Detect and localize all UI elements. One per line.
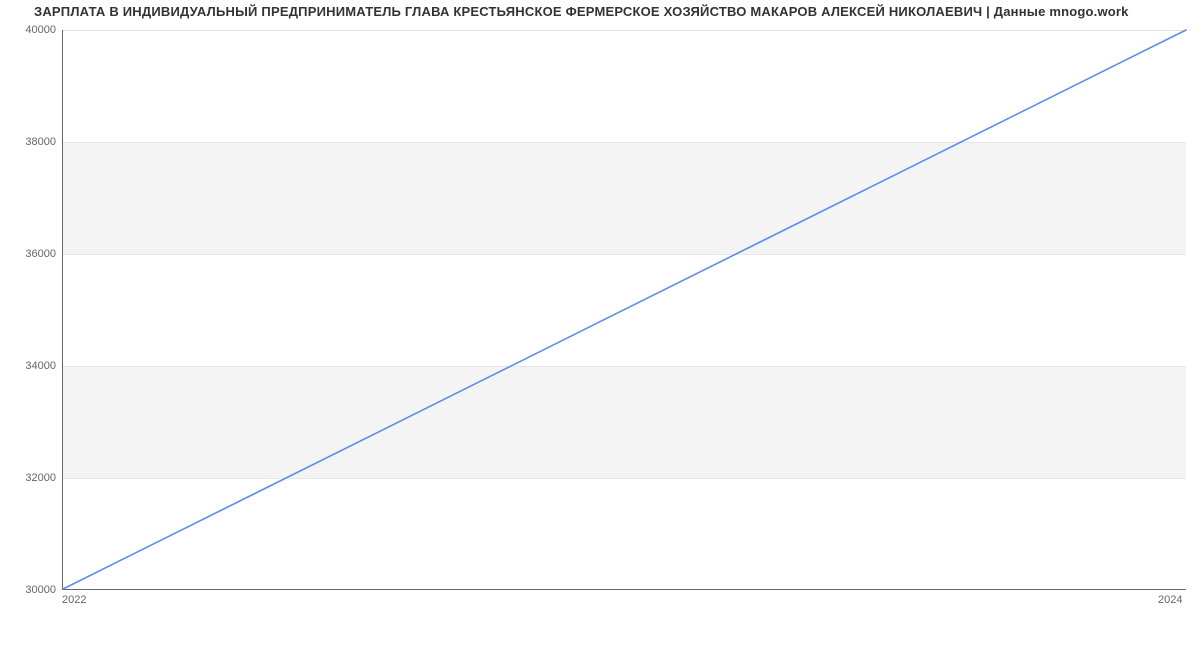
y-tick-label: 32000 — [6, 472, 56, 484]
y-tick-label: 38000 — [6, 136, 56, 148]
y-tick-label: 30000 — [6, 584, 56, 596]
salary-line-chart: ЗАРПЛАТА В ИНДИВИДУАЛЬНЫЙ ПРЕДПРИНИМАТЕЛ… — [0, 0, 1200, 650]
y-tick-label: 40000 — [6, 24, 56, 36]
x-tick-label: 2024 — [1158, 594, 1182, 606]
series-polyline — [63, 30, 1186, 589]
x-tick-label: 2022 — [62, 594, 86, 606]
y-tick-label: 36000 — [6, 248, 56, 260]
line-series — [63, 30, 1186, 589]
y-tick-label: 34000 — [6, 360, 56, 372]
chart-title: ЗАРПЛАТА В ИНДИВИДУАЛЬНЫЙ ПРЕДПРИНИМАТЕЛ… — [34, 4, 1129, 19]
plot-area — [62, 30, 1186, 590]
